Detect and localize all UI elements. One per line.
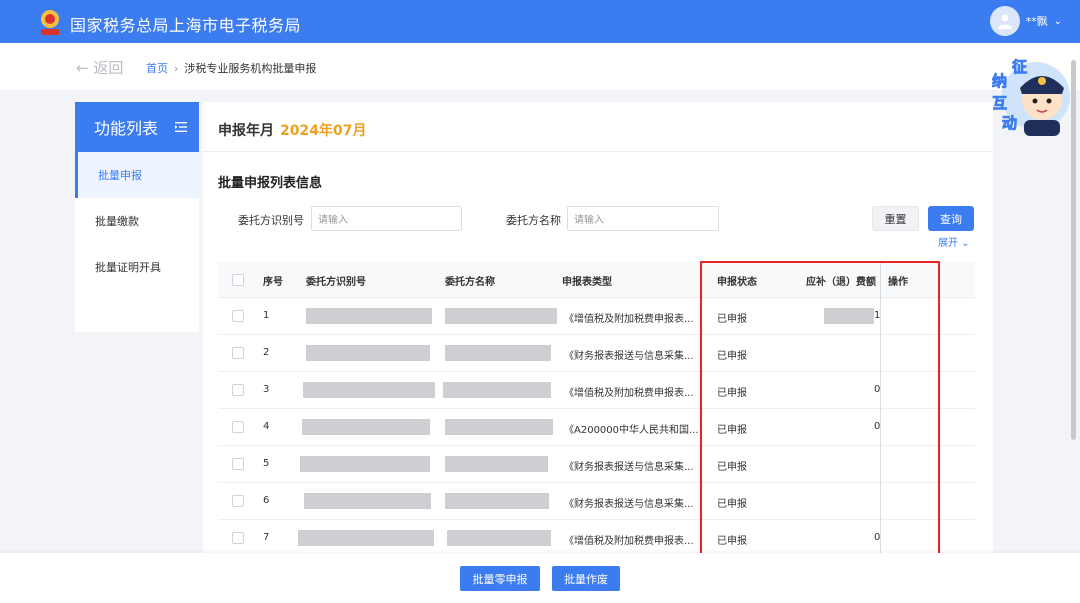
- row-no: 2: [263, 347, 270, 358]
- client-id-label: 委托方识别号: [238, 214, 304, 227]
- sidebar-item-batch-declare[interactable]: 批量申报: [75, 152, 199, 198]
- row-checkbox[interactable]: [232, 347, 244, 359]
- user-name[interactable]: **飘: [1026, 13, 1048, 29]
- page-scrollbar[interactable]: [1071, 60, 1076, 440]
- select-all-checkbox[interactable]: [232, 274, 244, 286]
- breadcrumb-current: 涉税专业服务机构批量申报: [184, 62, 317, 75]
- back-link[interactable]: ← 返回: [76, 57, 123, 78]
- row-form-type: 《财务报表报送与信息采集...: [564, 462, 694, 473]
- mascot-widget[interactable]: 征 纳 互 动: [984, 54, 1074, 138]
- section-title: 批量申报列表信息: [218, 176, 323, 191]
- th-form-type: 申报表类型: [562, 277, 612, 288]
- period-display: 申报年月 2024年07月: [218, 120, 366, 140]
- period-value: 2024年07月: [280, 123, 367, 139]
- client-name-input[interactable]: 请输入: [567, 206, 719, 231]
- row-no: 6: [263, 495, 270, 506]
- redacted-name: [447, 530, 551, 546]
- menu-fold-icon[interactable]: [175, 121, 187, 133]
- redacted-name: [445, 456, 548, 472]
- user-avatar-icon[interactable]: [989, 6, 1020, 36]
- mascot-char-3: 互: [992, 94, 1007, 112]
- redacted-id: [300, 456, 430, 472]
- row-checkbox[interactable]: [232, 384, 244, 396]
- th-client-name: 委托方名称: [445, 277, 495, 288]
- mascot-char-2: 纳: [992, 72, 1007, 90]
- highlight-box: [700, 261, 940, 557]
- sidebar: 功能列表 批量申报 批量缴款 批量证明开具: [75, 102, 199, 332]
- breadcrumb-home[interactable]: 首页: [146, 62, 168, 75]
- user-menu[interactable]: **飘 ⌄: [989, 6, 1062, 36]
- row-checkbox[interactable]: [232, 495, 244, 507]
- th-no: 序号: [263, 277, 283, 288]
- row-checkbox[interactable]: [232, 310, 244, 322]
- bottom-action-bar: 批量零申报 批量作废: [0, 553, 1080, 603]
- reset-button[interactable]: 重置: [872, 206, 919, 231]
- batch-void-button[interactable]: 批量作废: [552, 566, 620, 591]
- batch-zero-declare-button[interactable]: 批量零申报: [460, 566, 540, 591]
- redacted-id: [306, 308, 432, 324]
- breadcrumb-bar: ← 返回 首页 › 涉税专业服务机构批量申报: [0, 43, 1080, 90]
- site-title: 国家税务总局上海市电子税务局: [70, 16, 302, 35]
- client-name-label: 委托方名称: [506, 214, 561, 227]
- redacted-name: [445, 345, 551, 361]
- redacted-name: [445, 308, 557, 324]
- row-form-type: 《增值税及附加税费申报表...: [564, 388, 694, 399]
- sidebar-title: 功能列表: [94, 119, 159, 138]
- row-checkbox[interactable]: [232, 532, 244, 544]
- mascot-char-1: 征: [1012, 58, 1027, 76]
- mascot-char-4: 动: [1002, 114, 1017, 132]
- redacted-name: [445, 419, 553, 435]
- expand-toggle[interactable]: 展开 ⌄: [938, 234, 970, 249]
- redacted-name: [443, 382, 551, 398]
- tax-emblem-icon: [41, 10, 59, 35]
- row-no: 5: [263, 458, 270, 469]
- redacted-id: [302, 419, 430, 435]
- redacted-name: [445, 493, 549, 509]
- breadcrumb: 首页 › 涉税专业服务机构批量申报: [146, 60, 316, 76]
- breadcrumb-separator: ›: [174, 62, 179, 75]
- redacted-id: [306, 345, 430, 361]
- row-checkbox[interactable]: [232, 421, 244, 433]
- th-client-id: 委托方识别号: [306, 277, 366, 288]
- period-label: 申报年月: [218, 123, 274, 139]
- divider: [203, 151, 993, 152]
- row-form-type: 《增值税及附加税费申报表...: [564, 536, 694, 547]
- row-no: 4: [263, 421, 270, 432]
- sidebar-header: 功能列表: [75, 102, 199, 152]
- row-no: 3: [263, 384, 270, 395]
- sidebar-item-batch-certificate[interactable]: 批量证明开具: [75, 244, 199, 290]
- row-form-type: 《财务报表报送与信息采集...: [564, 351, 694, 362]
- row-form-type: 《A200000中华人民共和国...: [564, 425, 699, 436]
- query-button[interactable]: 查询: [928, 206, 974, 231]
- redacted-id: [304, 493, 431, 509]
- row-form-type: 《增值税及附加税费申报表...: [564, 314, 694, 325]
- chevron-down-icon[interactable]: ⌄: [1054, 16, 1062, 27]
- redacted-id: [298, 530, 434, 546]
- top-header: 国家税务总局上海市电子税务局 **飘 ⌄: [0, 0, 1080, 43]
- client-id-input[interactable]: 请输入: [311, 206, 462, 231]
- row-form-type: 《财务报表报送与信息采集...: [564, 499, 694, 510]
- row-no: 7: [263, 532, 270, 543]
- sidebar-item-batch-payment[interactable]: 批量缴款: [75, 198, 199, 244]
- redacted-id: [303, 382, 435, 398]
- row-no: 1: [263, 310, 270, 321]
- row-checkbox[interactable]: [232, 458, 244, 470]
